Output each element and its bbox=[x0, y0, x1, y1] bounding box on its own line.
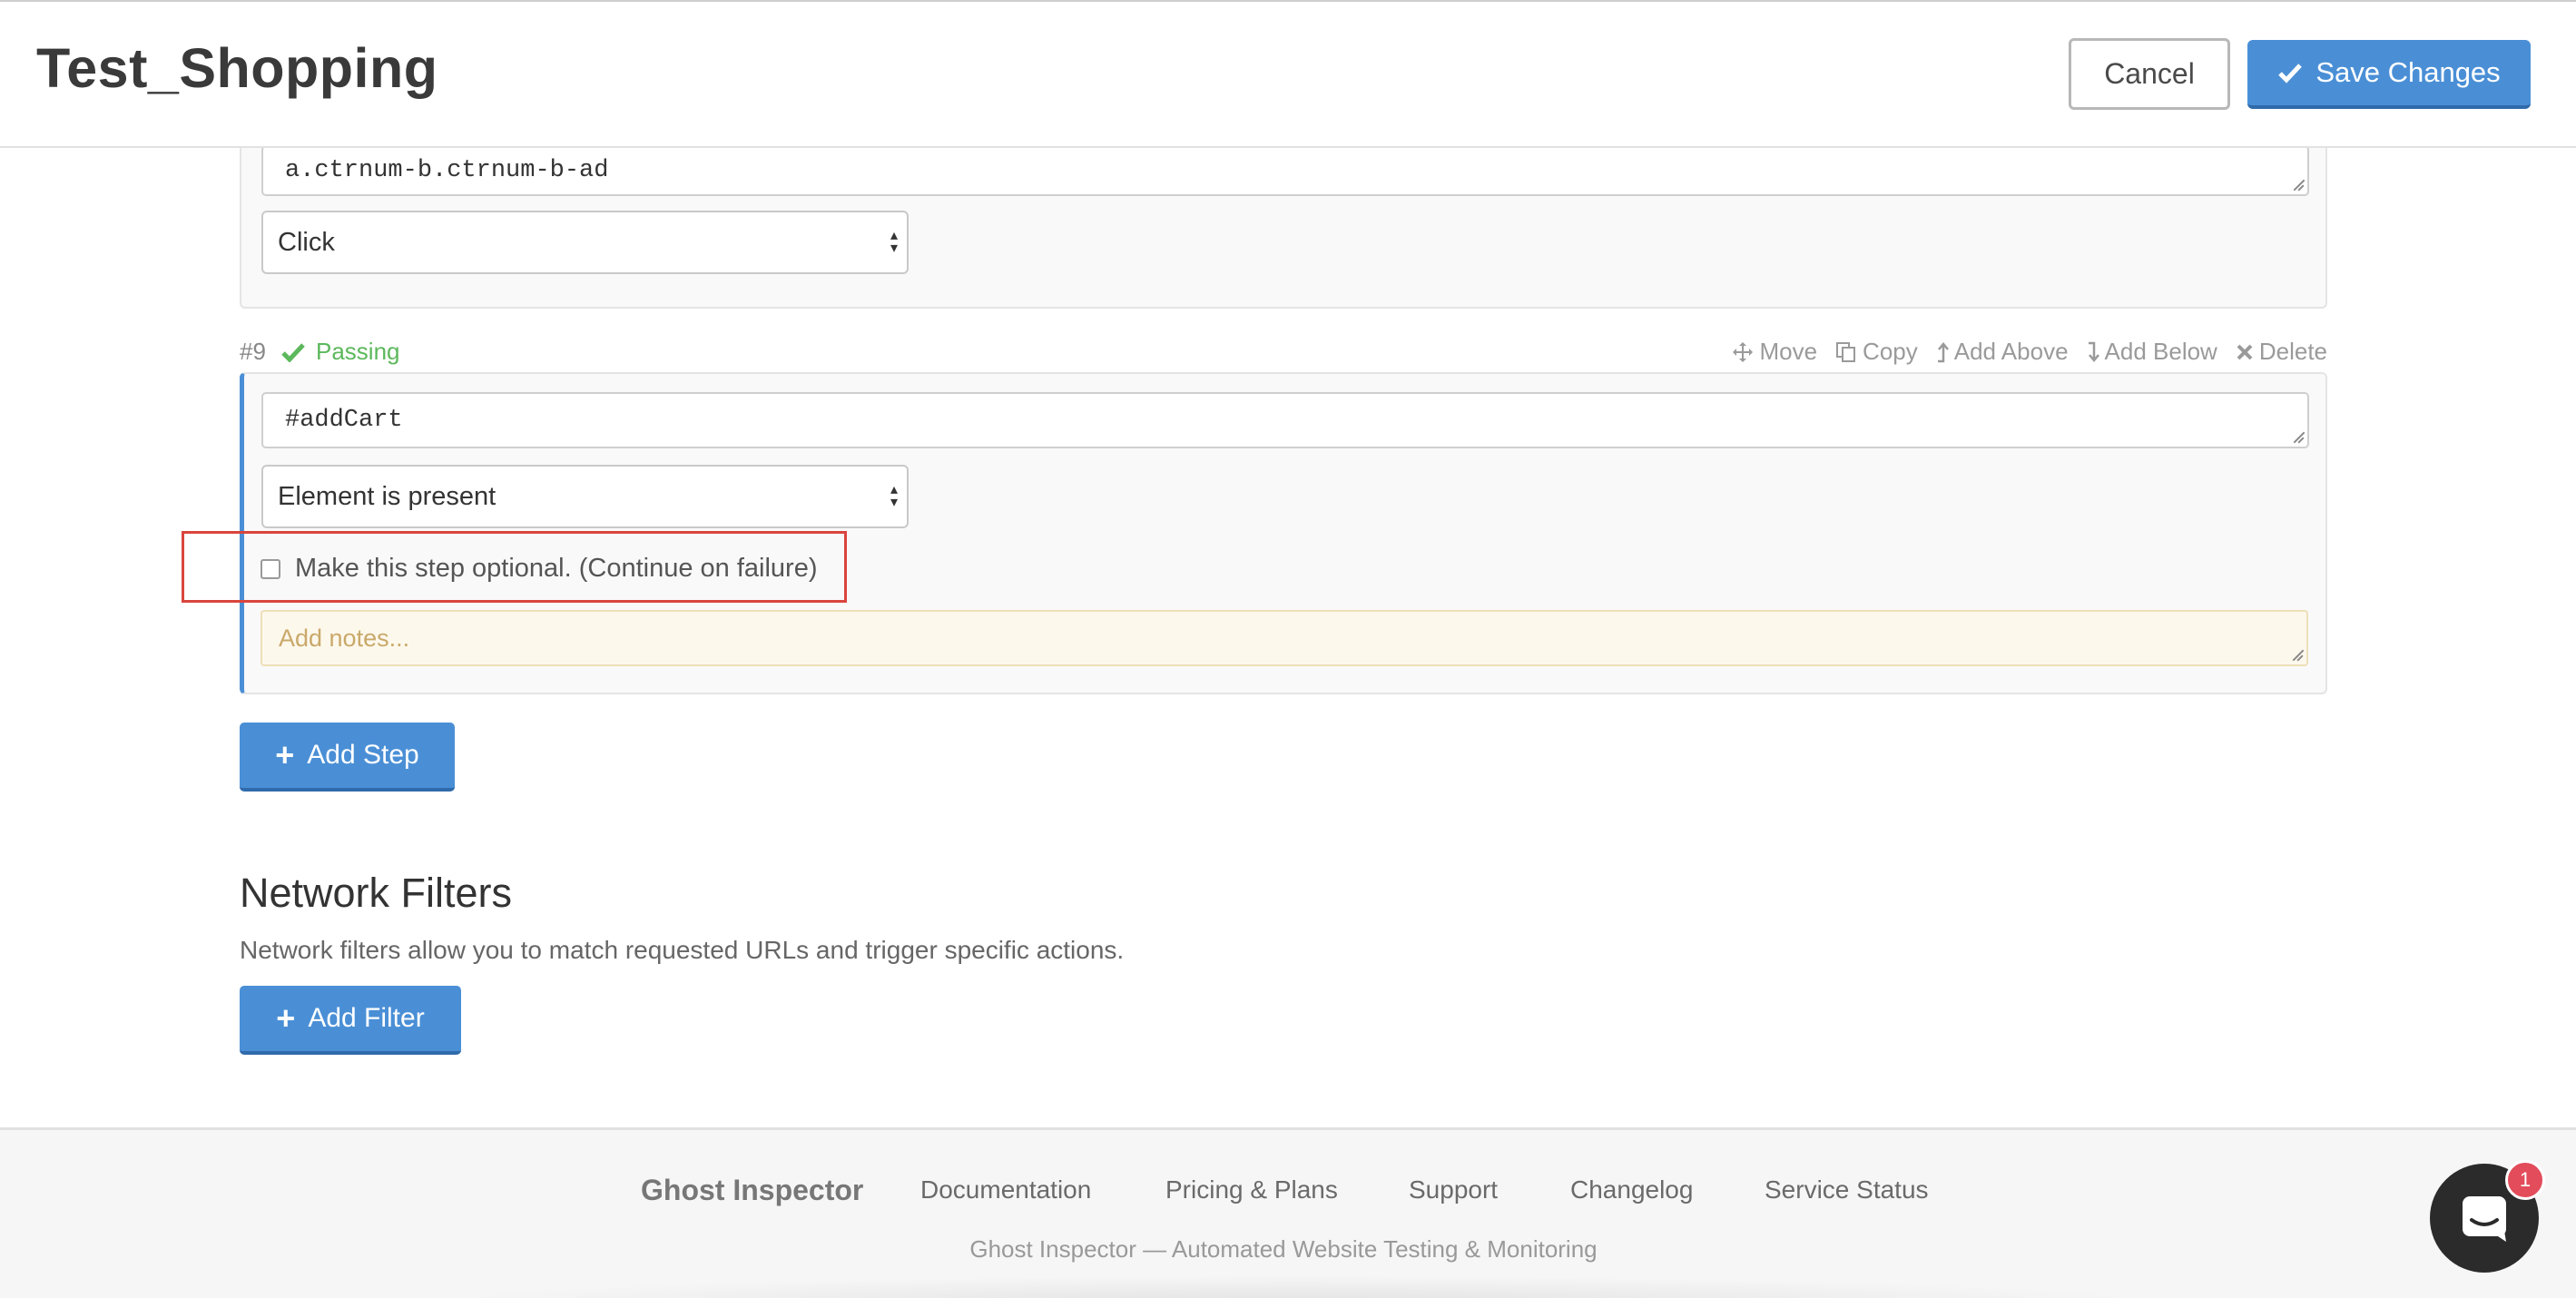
check-icon bbox=[281, 342, 305, 362]
page-title: Test_Shopping bbox=[36, 37, 438, 99]
footer-tagline: Ghost Inspector — Automated Website Test… bbox=[969, 1235, 1598, 1263]
step-8-action-select[interactable]: Click ▴ ▾ bbox=[261, 211, 909, 274]
plus-icon: + bbox=[275, 736, 295, 773]
footer-link-support[interactable]: Support bbox=[1409, 1175, 1498, 1205]
step-actions: Move Copy Add Above Add Below Delete bbox=[1732, 338, 2327, 366]
move-label: Move bbox=[1759, 338, 1818, 365]
step-9-assertion-value: Element is present bbox=[278, 481, 497, 511]
footer-link-pricing[interactable]: Pricing & Plans bbox=[1165, 1175, 1338, 1205]
step-status-label: Passing bbox=[316, 338, 400, 365]
delete-step-button[interactable]: Delete bbox=[2236, 338, 2327, 366]
footer-link-changelog[interactable]: Changelog bbox=[1570, 1175, 1693, 1205]
footer-shadow bbox=[427, 1275, 2169, 1298]
footer-link-service-status[interactable]: Service Status bbox=[1765, 1175, 1929, 1205]
cancel-button[interactable]: Cancel bbox=[2069, 38, 2230, 110]
step-9-selector-value: #addCart bbox=[285, 407, 403, 434]
page-header: Test_Shopping Cancel Save Changes bbox=[0, 0, 2576, 148]
plus-icon: + bbox=[276, 999, 296, 1037]
add-above-button[interactable]: Add Above bbox=[1936, 338, 2069, 366]
move-step-button[interactable]: Move bbox=[1732, 338, 1817, 366]
copy-label: Copy bbox=[1863, 338, 1918, 365]
step-9-header: #9 Passing Move Copy Add Above Add Below… bbox=[240, 338, 2327, 370]
save-changes-label: Save Changes bbox=[2315, 56, 2501, 88]
step-9-selector-input[interactable]: #addCart bbox=[261, 392, 2309, 448]
step-status: Passing bbox=[281, 338, 400, 366]
chat-unread-badge: 1 bbox=[2505, 1160, 2545, 1200]
highlight-annotation bbox=[182, 531, 847, 603]
add-above-label: Add Above bbox=[1953, 338, 2069, 365]
arrow-up-icon bbox=[1937, 341, 1949, 362]
delete-label: Delete bbox=[2258, 338, 2327, 365]
resize-grip-icon[interactable] bbox=[2291, 430, 2304, 443]
add-step-label: Add Step bbox=[307, 740, 419, 770]
step-number: #9 bbox=[240, 338, 266, 365]
step-8-selector-value: a.ctrnum-b.ctrnum-b-ad bbox=[285, 157, 609, 184]
copy-icon bbox=[1836, 341, 1856, 362]
arrow-down-icon bbox=[2088, 341, 2099, 362]
step-8-card: a.ctrnum-b.ctrnum-b-ad Click ▴ ▾ bbox=[240, 136, 2327, 309]
save-changes-button[interactable]: Save Changes bbox=[2247, 40, 2531, 109]
move-icon bbox=[1733, 341, 1754, 362]
select-arrows-icon: ▴ ▾ bbox=[890, 482, 898, 510]
step-9-assertion-select[interactable]: Element is present ▴ ▾ bbox=[261, 465, 909, 528]
chat-icon bbox=[2463, 1196, 2506, 1242]
footer-brand[interactable]: Ghost Inspector bbox=[641, 1174, 863, 1207]
network-filters-description: Network filters allow you to match reque… bbox=[240, 936, 1125, 964]
add-filter-label: Add Filter bbox=[308, 1003, 425, 1033]
footer-link-documentation[interactable]: Documentation bbox=[920, 1175, 1091, 1205]
add-below-button[interactable]: Add Below bbox=[2087, 338, 2217, 366]
step-8-action-value: Click bbox=[278, 227, 335, 257]
footer: Ghost Inspector Documentation Pricing & … bbox=[0, 1127, 2576, 1298]
close-icon bbox=[2237, 344, 2253, 359]
add-step-button[interactable]: + Add Step bbox=[240, 723, 455, 792]
add-filter-button[interactable]: + Add Filter bbox=[240, 986, 461, 1055]
notes-placeholder: Add notes... bbox=[279, 624, 410, 652]
notes-textarea[interactable]: Add notes... bbox=[261, 610, 2308, 666]
network-filters-title: Network Filters bbox=[240, 870, 513, 916]
add-below-label: Add Below bbox=[2104, 338, 2217, 365]
select-arrows-icon: ▴ ▾ bbox=[890, 228, 898, 256]
copy-step-button[interactable]: Copy bbox=[1835, 338, 1918, 366]
resize-grip-icon[interactable] bbox=[2291, 178, 2304, 191]
resize-grip-icon[interactable] bbox=[2290, 648, 2303, 661]
check-icon bbox=[2278, 64, 2303, 84]
step-8-selector-input[interactable]: a.ctrnum-b.ctrnum-b-ad bbox=[261, 145, 2309, 196]
